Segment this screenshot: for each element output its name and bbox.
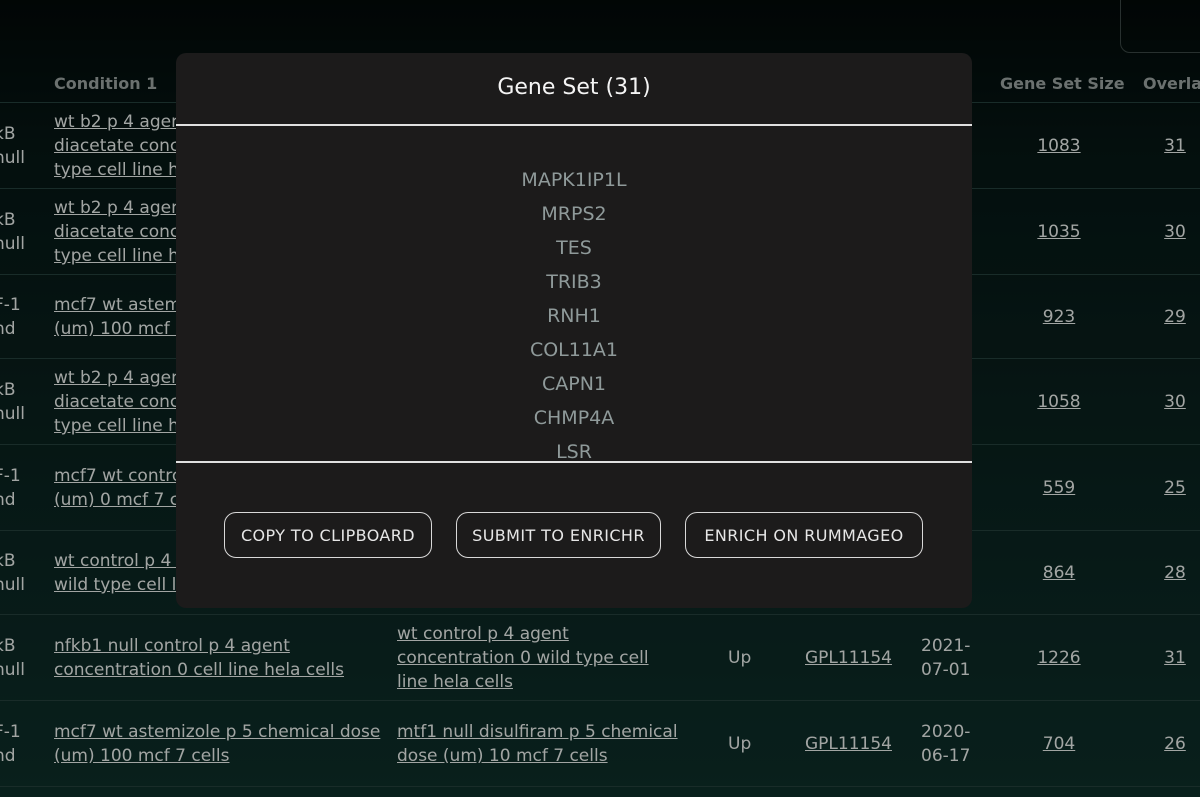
gene-item: MRPS2 — [541, 203, 607, 225]
gene-item: RNH1 — [547, 305, 601, 327]
gene-item: CAPN1 — [541, 373, 607, 395]
gene-list[interactable]: MAPK1IP1L MRPS2 TES TRIB3 RNH1 COL11A1 CAPN1 CH… — [176, 129, 972, 461]
submit-to-enrichr-button[interactable]: SUBMIT TO ENRICHR — [456, 512, 661, 558]
gene-item: MAPK1IP1L — [521, 169, 627, 191]
modal-top-divider — [176, 124, 972, 126]
modal-title: Gene Set (31) — [497, 75, 651, 100]
gene-item: TES — [556, 237, 592, 259]
modal-bottom-divider — [176, 461, 972, 463]
gene-item: CHMP4A — [533, 407, 615, 429]
enrich-on-rummageo-button[interactable]: ENRICH ON RUMMAGEO — [685, 512, 923, 558]
gene-set-modal: Gene Set (31) MAPK1IP1L MRPS2 TES TRIB3 RNH1… — [176, 53, 972, 608]
gene-item: LSR — [556, 441, 592, 461]
gene-item: TRIB3 — [546, 271, 602, 293]
copy-to-clipboard-button[interactable]: COPY TO CLIPBOARD — [224, 512, 432, 558]
gene-item: COL11A1 — [529, 339, 619, 361]
